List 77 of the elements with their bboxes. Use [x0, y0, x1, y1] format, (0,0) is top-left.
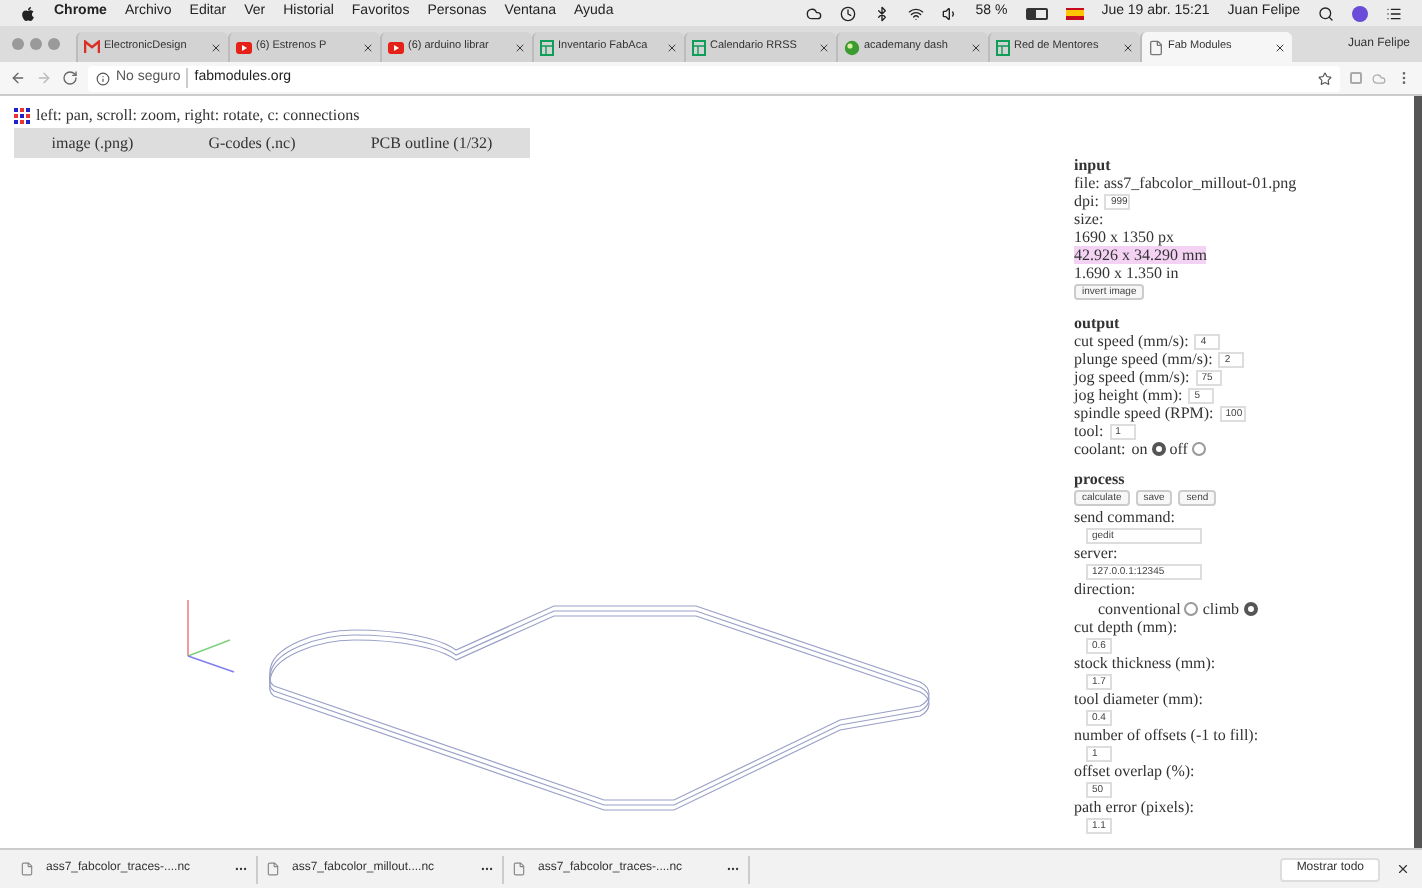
field-label: offset overlap (%): [1074, 762, 1197, 780]
clock-icon[interactable] [839, 5, 856, 21]
field-label: dpi: [1074, 192, 1099, 210]
close-icon[interactable] [970, 41, 982, 53]
close-icon[interactable] [362, 41, 374, 53]
field-label: plunge speed (mm/s): [1074, 350, 1213, 368]
more-icon[interactable] [480, 862, 494, 876]
radio-button[interactable] [1184, 601, 1199, 615]
field-label: path error (pixels): [1074, 798, 1196, 816]
info-text: 1.690 x 1.350 in [1074, 264, 1179, 282]
module-menu-item[interactable]: PCB outline (1/32) [370, 131, 493, 155]
apple-icon[interactable] [20, 5, 36, 21]
mail-icon [84, 40, 100, 54]
more-icon[interactable] [726, 862, 740, 876]
info-text: size: [1074, 210, 1104, 228]
field-label: spindle speed (RPM): [1074, 404, 1214, 422]
file-icon [512, 862, 526, 876]
field-label: cut depth (mm): [1074, 618, 1180, 636]
radio-label: off [1169, 440, 1188, 458]
close-icon[interactable] [514, 41, 526, 53]
section-heading: output [1074, 314, 1122, 332]
field-label: tool: [1074, 422, 1104, 440]
bluetooth-icon[interactable] [873, 5, 890, 21]
volume-icon[interactable] [941, 5, 958, 21]
field-label: tool diameter (mm): [1074, 690, 1205, 708]
grid-icon [14, 107, 32, 125]
field-label: coolant: [1074, 440, 1126, 458]
cloud-icon[interactable] [805, 5, 822, 21]
field-label: stock thickness (mm): [1074, 654, 1218, 672]
more-icon[interactable] [234, 862, 248, 876]
play-icon [236, 41, 252, 53]
page-icon [1148, 39, 1164, 55]
file-icon [266, 862, 280, 876]
section-heading: input [1074, 156, 1113, 174]
close-icon[interactable] [666, 41, 678, 53]
info-text: file: ass7_fabcolor_millout-01.png [1074, 174, 1297, 192]
search-icon[interactable] [1318, 5, 1334, 21]
field-label: jog speed (mm/s): [1074, 368, 1190, 386]
close-icon[interactable] [818, 41, 830, 53]
field-label: direction: [1074, 580, 1138, 598]
play-icon [388, 41, 404, 53]
flag-icon[interactable] [1065, 7, 1084, 19]
scrollbar[interactable] [1414, 96, 1422, 848]
close-icon[interactable] [1274, 41, 1286, 53]
field-label: number of offsets (-1 to fill): [1074, 726, 1261, 744]
field-label: server: [1074, 544, 1120, 562]
section-heading: process [1074, 470, 1127, 488]
module-menu-item[interactable]: G-codes (.nc) [208, 131, 296, 155]
field-label: cut speed (mm/s): [1074, 332, 1189, 350]
radio-label: climb [1202, 599, 1240, 617]
module-menu-item[interactable]: image (.png) [51, 131, 134, 155]
wifi-icon[interactable] [907, 5, 924, 21]
radio-button[interactable] [1151, 442, 1166, 456]
radio-button[interactable] [1191, 442, 1206, 456]
close-icon[interactable] [1396, 862, 1410, 876]
close-icon[interactable] [210, 41, 222, 53]
siri-icon[interactable] [1352, 5, 1368, 21]
sheet-icon [996, 39, 1010, 55]
close-icon[interactable] [1122, 41, 1134, 53]
sheet-icon [692, 39, 706, 55]
back-icon[interactable] [10, 70, 26, 86]
reload-icon[interactable] [62, 70, 78, 86]
field-label: send command: [1074, 508, 1177, 526]
bookmark-star-icon[interactable] [1318, 71, 1332, 85]
info-text: 42.926 x 34.290 mm [1074, 246, 1207, 264]
hint-text: left: pan, scroll: zoom, right: rotate, c: connections [36, 104, 360, 128]
radio-label: conventional [1098, 599, 1181, 617]
list-icon[interactable] [1386, 5, 1402, 21]
radio-button[interactable] [1243, 601, 1258, 615]
field-label: jog height (mm): [1074, 386, 1183, 404]
sheet-icon [540, 39, 554, 55]
file-icon [20, 862, 34, 876]
info-icon [96, 71, 110, 85]
battery-icon[interactable] [1025, 7, 1048, 19]
info-text: 1690 x 1350 px [1074, 228, 1174, 246]
axes-icon [187, 599, 235, 673]
radio-label: on [1131, 440, 1148, 458]
